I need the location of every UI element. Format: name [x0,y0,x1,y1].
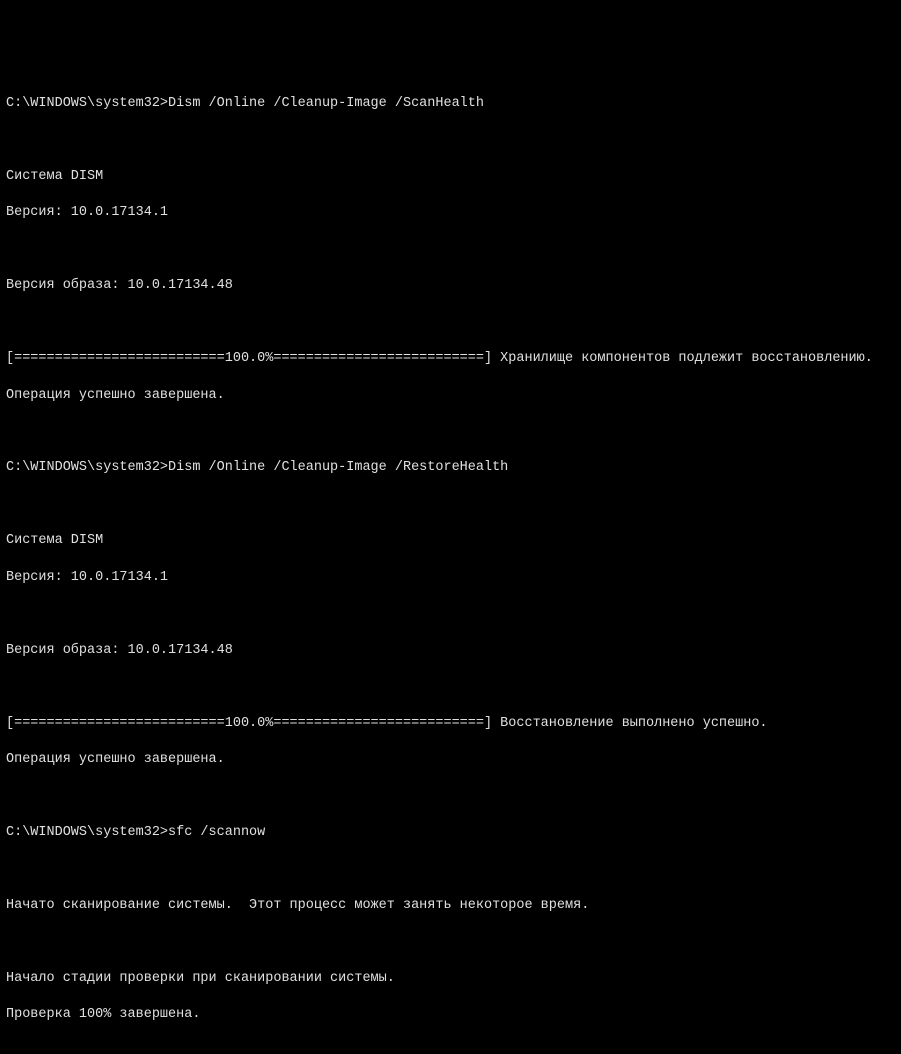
output-line [6,132,895,150]
output-line: Начало стадии проверки при сканировании … [6,970,895,988]
output-line: Версия: 10.0.17134.1 [6,204,895,222]
output-line [6,933,895,951]
output-line [6,787,895,805]
output-line [6,423,895,441]
output-line [6,1042,895,1054]
output-line: Начато сканирование системы. Этот процес… [6,897,895,915]
output-line [6,605,895,623]
output-line: Операция успешно завершена. [6,387,895,405]
terminal-output[interactable]: C:\WINDOWS\system32>Dism /Online /Cleanu… [6,77,895,1054]
command-line: C:\WINDOWS\system32>sfc /scannow [6,824,895,842]
output-line: Версия: 10.0.17134.1 [6,569,895,587]
progress-line: [==========================100.0%=======… [6,715,895,733]
output-line [6,678,895,696]
output-line: Проверка 100% завершена. [6,1006,895,1024]
command-line: C:\WINDOWS\system32>Dism /Online /Cleanu… [6,459,895,477]
command-line: C:\WINDOWS\system32>Dism /Online /Cleanu… [6,95,895,113]
output-line: Версия образа: 10.0.17134.48 [6,642,895,660]
output-line [6,241,895,259]
output-line [6,860,895,878]
output-line: Cистема DISM [6,168,895,186]
output-line [6,496,895,514]
output-line: Cистема DISM [6,532,895,550]
output-line: Операция успешно завершена. [6,751,895,769]
progress-line: [==========================100.0%=======… [6,350,895,368]
output-line: Версия образа: 10.0.17134.48 [6,277,895,295]
output-line [6,314,895,332]
